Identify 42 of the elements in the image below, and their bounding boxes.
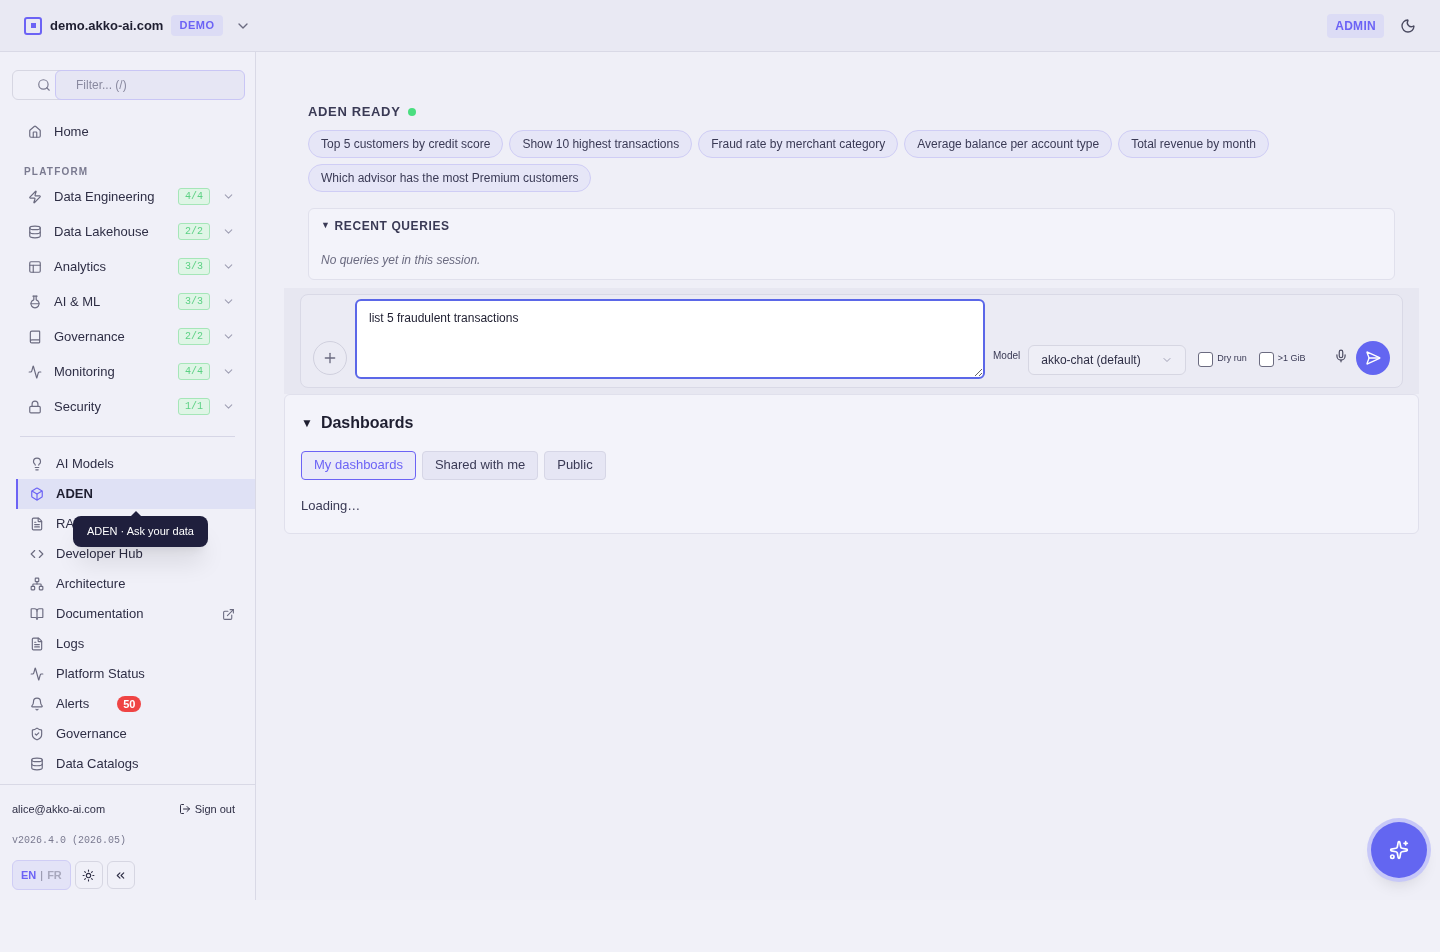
count-badge: 3/3 <box>178 258 210 275</box>
nav-label: Governance <box>54 327 125 346</box>
nav-label: Data Engineering <box>54 187 155 206</box>
status-label: ADEN READY <box>308 103 401 121</box>
nav-label: Logs <box>56 635 85 654</box>
checkbox-label: >1 GiB <box>1277 352 1306 366</box>
nav-label: AI & ML <box>54 292 101 311</box>
count-badge: 3/3 <box>178 293 210 310</box>
count-badge: 2/2 <box>178 223 210 240</box>
nav-label: Governance <box>56 725 127 744</box>
count-badge: 2/2 <box>178 328 210 345</box>
alert-count-badge: 50 <box>117 695 142 713</box>
section-label: PLATFORM <box>23 165 90 179</box>
nav-label: Monitoring <box>54 362 115 381</box>
empty-state-text: No queries yet in this session. <box>321 251 482 269</box>
triangle-icon: ▼ <box>321 218 331 233</box>
count-badge: 4/4 <box>178 363 210 380</box>
version-text: v2026.4.0 (2026.05) <box>12 834 128 848</box>
nav-label: Developer Hub <box>56 545 143 564</box>
count-badge: 4/4 <box>178 188 210 205</box>
user-email: alice@akko-ai.com <box>12 801 106 817</box>
nav-label: AI Models <box>56 455 114 474</box>
nav-label: Documentation <box>56 605 144 624</box>
checkbox-label: Dry run <box>1217 352 1247 366</box>
nav-label: ADEN <box>56 485 93 504</box>
nav-label: Data Lakehouse <box>54 222 149 241</box>
triangle-icon: ▼ <box>301 413 313 432</box>
tooltip-text: ADEN · Ask your data <box>87 525 194 537</box>
role-badge: ADMIN <box>1327 13 1384 38</box>
domain-name: demo.akko-ai.com <box>50 16 164 35</box>
nav-label: Security <box>54 397 101 416</box>
nav-label: RA <box>56 515 75 534</box>
nav-label: Analytics <box>54 257 107 276</box>
count-badge: 1/1 <box>178 398 210 415</box>
nav-label: Platform Status <box>56 665 145 684</box>
nav-label: Alerts <box>56 695 90 714</box>
nav-label: Architecture <box>56 575 126 594</box>
model-label: Model <box>993 348 1021 363</box>
nav-label: Data Catalogs <box>56 755 139 774</box>
loading-text: Loading… <box>301 496 362 515</box>
environment-badge: DEMO <box>171 15 223 36</box>
separator-text: | <box>40 867 44 883</box>
